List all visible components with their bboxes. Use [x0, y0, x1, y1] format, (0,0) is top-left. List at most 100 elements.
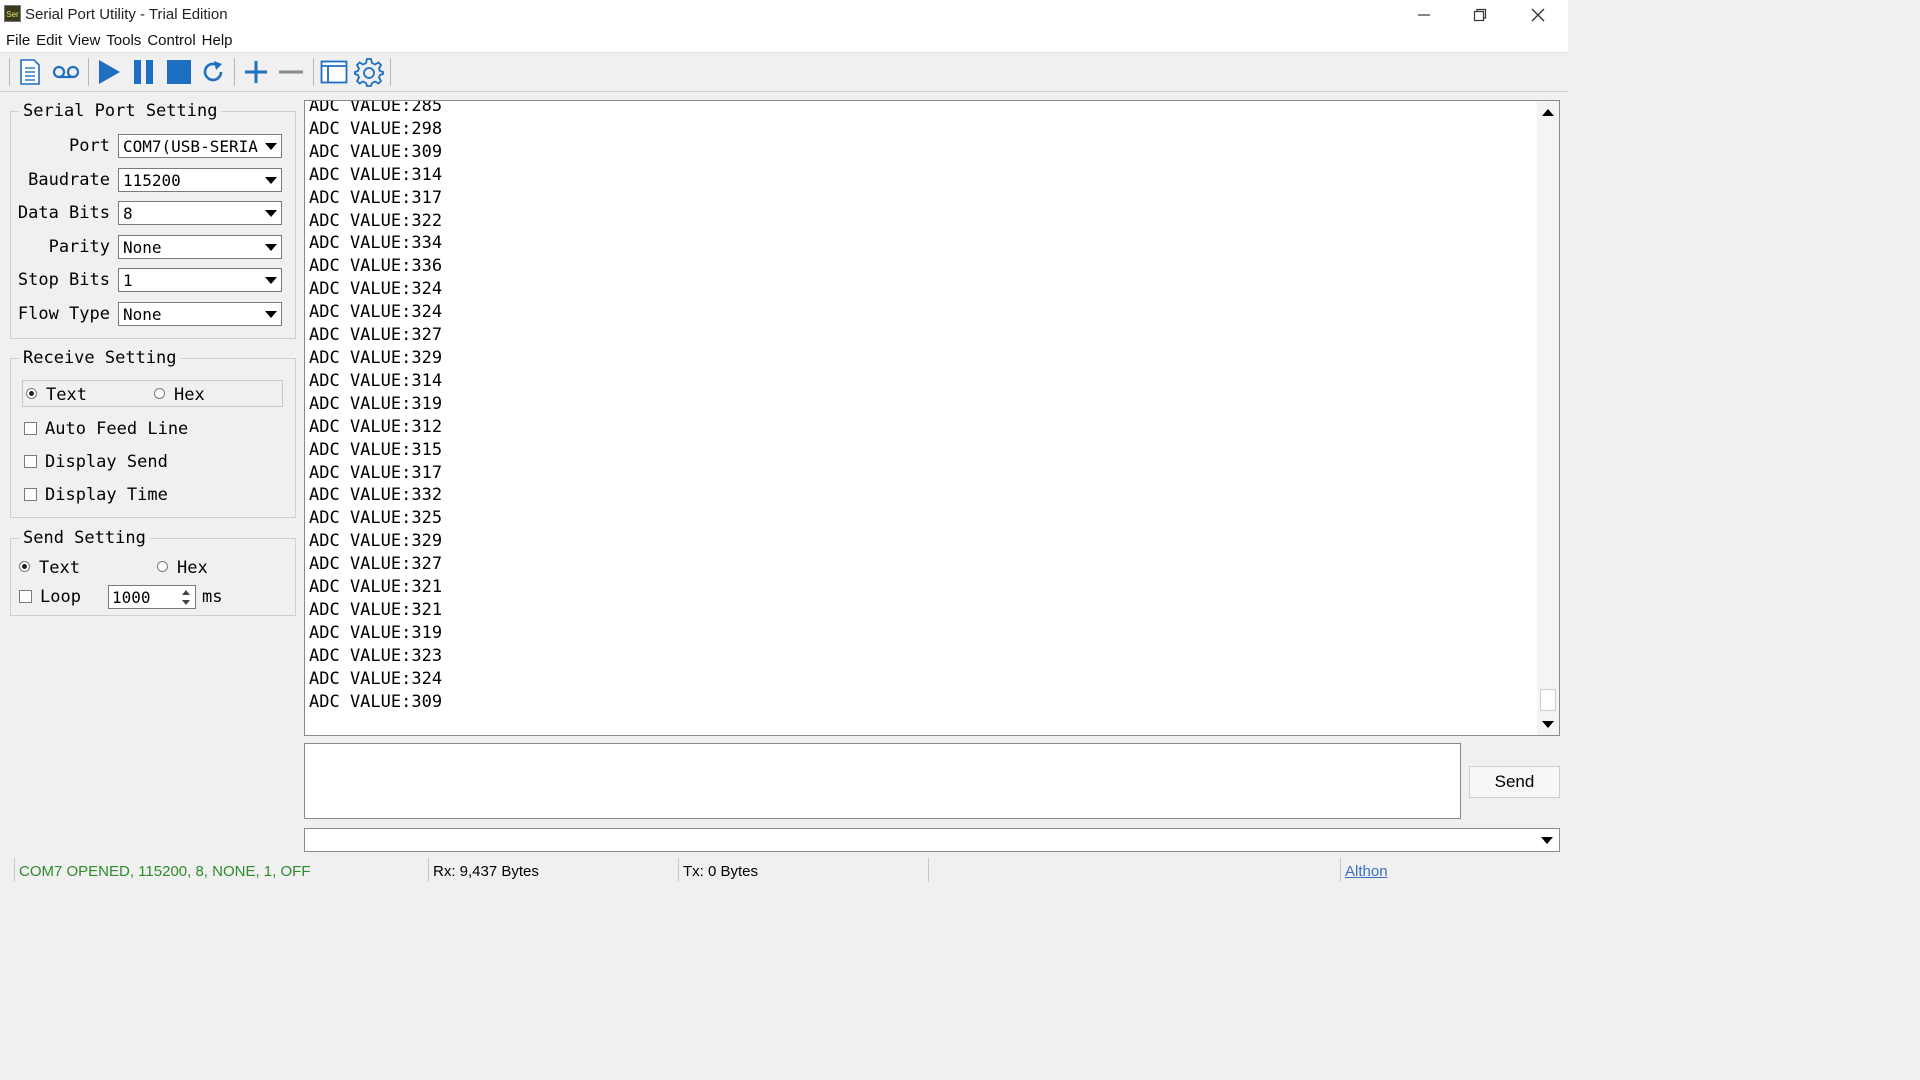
toolbar-separator [313, 58, 314, 86]
receive-setting-title: Receive Setting [19, 348, 181, 368]
auto-feed-line-checkbox[interactable] [24, 422, 37, 435]
document-icon[interactable] [15, 57, 45, 87]
minus-icon[interactable] [276, 57, 306, 87]
receive-line: ADC VALUE:327 [309, 554, 443, 575]
status-bar: COM7 OPENED, 115200, 8, NONE, 1, OFF Rx:… [0, 856, 1568, 882]
status-empty-cell [928, 858, 1340, 882]
tx-count: Tx: 0 Bytes [678, 858, 928, 882]
scroll-down-icon[interactable] [1537, 713, 1559, 735]
display-time-label[interactable]: Display Time [45, 485, 168, 505]
chevron-down-icon[interactable] [263, 138, 279, 154]
send-input[interactable] [304, 743, 1461, 819]
auto-feed-line-label[interactable]: Auto Feed Line [45, 419, 188, 439]
display-send-checkbox[interactable] [24, 455, 37, 468]
restore-icon[interactable] [1452, 0, 1508, 30]
send-text-label[interactable]: Text [39, 558, 80, 578]
receive-line: ADC VALUE:324 [309, 279, 443, 300]
loop-label[interactable]: Loop [40, 587, 81, 607]
menu-control[interactable]: Control [147, 30, 195, 52]
loop-checkbox[interactable] [19, 590, 32, 603]
vertical-scrollbar[interactable] [1537, 101, 1559, 735]
menu-help[interactable]: Help [202, 30, 233, 52]
close-icon[interactable] [1510, 0, 1566, 30]
stepper-up-icon[interactable] [178, 587, 194, 597]
chevron-down-icon[interactable] [263, 306, 279, 322]
receive-line: ADC VALUE:336 [309, 256, 443, 277]
pause-icon[interactable] [129, 57, 159, 87]
menu-bar: File Edit View Tools Control Help [0, 30, 1568, 52]
receive-line: ADC VALUE:319 [309, 622, 443, 643]
receive-line: ADC VALUE:315 [309, 439, 443, 460]
chevron-down-icon[interactable] [263, 272, 279, 288]
receive-line: ADC VALUE:321 [309, 599, 443, 620]
send-hex-label[interactable]: Hex [177, 558, 208, 578]
menu-file[interactable]: File [6, 30, 30, 52]
scroll-up-icon[interactable] [1537, 101, 1559, 123]
receive-line: ADC VALUE:314 [309, 164, 443, 185]
chevron-down-icon[interactable] [263, 172, 279, 188]
rx-count: Rx: 9,437 Bytes [428, 858, 678, 882]
receive-line: ADC VALUE:285 [309, 100, 443, 116]
receive-line: ADC VALUE:309 [309, 141, 443, 162]
chevron-down-icon[interactable] [1539, 832, 1555, 848]
minimize-icon[interactable] [1396, 0, 1452, 30]
receive-line: ADC VALUE:325 [309, 508, 443, 529]
stepper-down-icon[interactable] [178, 597, 194, 607]
receive-line: ADC VALUE:329 [309, 531, 443, 552]
receive-line: ADC VALUE:322 [309, 210, 443, 231]
stop-icon[interactable] [164, 57, 194, 87]
port-label: Port [69, 136, 110, 156]
display-send-label[interactable]: Display Send [45, 452, 168, 472]
menu-view[interactable]: View [68, 30, 100, 52]
receive-text-label[interactable]: Text [46, 385, 87, 405]
receive-line: ADC VALUE:327 [309, 325, 443, 346]
settings-icon[interactable] [354, 57, 384, 87]
data-bits-label: Data Bits [17, 203, 110, 223]
receive-text-radio[interactable] [26, 388, 37, 399]
chevron-down-icon[interactable] [263, 205, 279, 221]
receive-line: ADC VALUE:317 [309, 187, 443, 208]
parity-value: None [123, 238, 162, 257]
chevron-down-icon[interactable] [263, 239, 279, 255]
menu-tools[interactable]: Tools [106, 30, 141, 52]
window-icon[interactable] [319, 57, 349, 87]
althon-link[interactable]: Althon [1340, 858, 1568, 882]
send-setting-title: Send Setting [19, 528, 150, 548]
receive-lines: ADC VALUE:285 ADC VALUE:298 ADC VALUE:309 A… [309, 100, 443, 713]
receive-line: ADC VALUE:309 [309, 691, 443, 712]
baudrate-select[interactable]: 115200 [118, 168, 282, 192]
menu-edit[interactable]: Edit [36, 30, 62, 52]
receive-line: ADC VALUE:324 [309, 668, 443, 689]
send-hex-radio[interactable] [157, 561, 168, 572]
send-button[interactable]: Send [1469, 766, 1560, 798]
record-icon[interactable] [51, 57, 81, 87]
receive-hex-radio[interactable] [154, 388, 165, 399]
data-bits-select[interactable]: 8 [118, 201, 282, 225]
refresh-icon[interactable] [198, 57, 228, 87]
receive-line: ADC VALUE:323 [309, 645, 443, 666]
play-icon[interactable] [94, 57, 124, 87]
receive-line: ADC VALUE:314 [309, 370, 443, 391]
loop-interval-stepper[interactable]: 1000 [108, 585, 196, 609]
flow-type-select[interactable]: None [118, 302, 282, 326]
parity-select[interactable]: None [118, 235, 282, 259]
send-history-select[interactable] [304, 828, 1560, 852]
send-text-radio[interactable] [19, 561, 30, 572]
flow-type-value: None [123, 305, 162, 324]
stop-bits-select[interactable]: 1 [118, 268, 282, 292]
receive-line: ADC VALUE:319 [309, 393, 443, 414]
toolbar-separator [9, 58, 10, 86]
stop-bits-label: Stop Bits [17, 270, 110, 290]
receive-text-area[interactable]: ADC VALUE:285 ADC VALUE:298 ADC VALUE:309 A… [304, 100, 1560, 736]
receive-line: ADC VALUE:317 [309, 462, 443, 483]
receive-hex-label[interactable]: Hex [174, 385, 205, 405]
port-select[interactable]: COM7(USB-SERIA [118, 134, 282, 158]
baudrate-label: Baudrate [28, 170, 110, 190]
receive-line: ADC VALUE:298 [309, 118, 443, 139]
receive-line: ADC VALUE:332 [309, 485, 443, 506]
plus-icon[interactable] [241, 57, 271, 87]
display-time-checkbox[interactable] [24, 488, 37, 501]
scrollbar-thumb[interactable] [1540, 689, 1556, 711]
toolbar [0, 52, 1568, 92]
receive-line: ADC VALUE:312 [309, 416, 443, 437]
